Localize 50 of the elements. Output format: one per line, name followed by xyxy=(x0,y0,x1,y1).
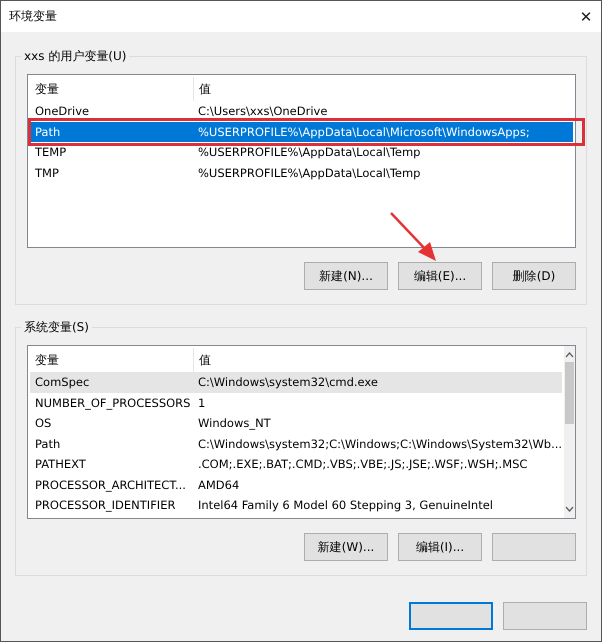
variable-value: %USERPROFILE%\AppData\Local\Temp xyxy=(197,166,422,180)
scroll-down-icon[interactable] xyxy=(565,506,574,512)
variable-value: %USERPROFILE%\AppData\Local\Temp xyxy=(197,145,422,160)
variable-value: C:\Windows\system32;C:\Windows;C:\Windows\System32\Wb... xyxy=(197,436,562,451)
ok-button[interactable] xyxy=(409,602,493,630)
variable-value: Intel64 Family 6 Model 60 Stepping 3, GenuineIntel xyxy=(197,498,494,512)
window-title: 环境变量 xyxy=(9,8,57,25)
list-row[interactable]: OS Windows_NT xyxy=(30,413,562,434)
list-row[interactable]: TEMP %USERPROFILE%\AppData\Local\Temp xyxy=(30,142,573,162)
variable-value: C:\Windows\system32\cmd.exe xyxy=(197,375,379,390)
scroll-up-icon[interactable] xyxy=(565,352,574,358)
variable-value: AMD64 xyxy=(197,478,240,492)
variable-name: Path xyxy=(34,436,62,451)
variable-list[interactable] xyxy=(27,345,576,519)
dialog-button[interactable]: 编辑(E)... xyxy=(398,262,482,290)
variable-value: .COM;.EXE;.BAT;.CMD;.VBS;.VBE;.JS;.JSE;.WSF;.WSH;.MSC xyxy=(197,457,528,472)
variable-name: PROCESSOR_ARCHITECT... xyxy=(34,478,187,492)
variable-name: OneDrive xyxy=(34,104,90,118)
list-row[interactable]: Path C:\Windows\system32;C:\Windows;C:\Windows\System32\Wb... xyxy=(30,434,562,454)
variable-value: Windows_NT xyxy=(197,416,272,430)
scroll-thumb[interactable] xyxy=(565,362,574,424)
variable-name: PROCESSOR_IDENTIFIER xyxy=(34,498,176,512)
variable-name: ComSpec xyxy=(34,375,90,390)
close-button[interactable]: ✕ xyxy=(571,8,601,26)
list-row[interactable]: ComSpec C:\Windows\system32\cmd.exe xyxy=(30,372,562,392)
variable-name: PATHEXT xyxy=(34,457,87,472)
variable-name: TEMP xyxy=(34,145,68,160)
dialog-button[interactable]: 新建(N)... xyxy=(304,262,388,290)
group-title: xxs 的用户变量(U) xyxy=(21,48,130,65)
variable-value: C:\Users\xxs\OneDrive xyxy=(197,104,328,118)
dialog-button[interactable]: 删除(D) xyxy=(492,262,576,290)
list-row[interactable]: PROCESSOR_ARCHITECT... AMD64 xyxy=(30,474,562,495)
variable-name: Path xyxy=(34,124,62,139)
variable-name: TMP xyxy=(34,166,60,180)
list-row[interactable]: OneDrive C:\Users\xxs\OneDrive xyxy=(30,101,573,122)
scrollbar[interactable] xyxy=(564,346,575,518)
group-title: 系统变量(S) xyxy=(21,319,92,336)
list-row[interactable]: PATHEXT .COM;.EXE;.BAT;.CMD;.VBS;.VBE;.JS;.JSE;.WSF;.WSH;.MSC xyxy=(30,454,562,474)
list-row[interactable]: PROCESSOR_IDENTIFIER Intel64 Family 6 Model 60 Stepping 3, GenuineIntel xyxy=(30,495,562,516)
dialog-button[interactable]: 编辑(I)... xyxy=(398,533,482,561)
variable-value: %USERPROFILE%\AppData\Local\Microsoft\WindowsApps; xyxy=(197,124,531,139)
list-row[interactable]: TMP %USERPROFILE%\AppData\Local\Temp xyxy=(30,162,573,183)
column-header[interactable]: 变量 xyxy=(30,348,193,372)
column-header[interactable]: 值 xyxy=(193,77,573,101)
column-header[interactable]: 变量 xyxy=(30,77,193,101)
variable-value: 1 xyxy=(197,396,206,410)
variable-name: NUMBER_OF_PROCESSORS xyxy=(34,396,192,410)
variable-name: OS xyxy=(34,416,52,430)
dialog-button[interactable]: 新建(W)... xyxy=(304,533,388,561)
list-row[interactable]: NUMBER_OF_PROCESSORS 1 xyxy=(30,392,562,413)
